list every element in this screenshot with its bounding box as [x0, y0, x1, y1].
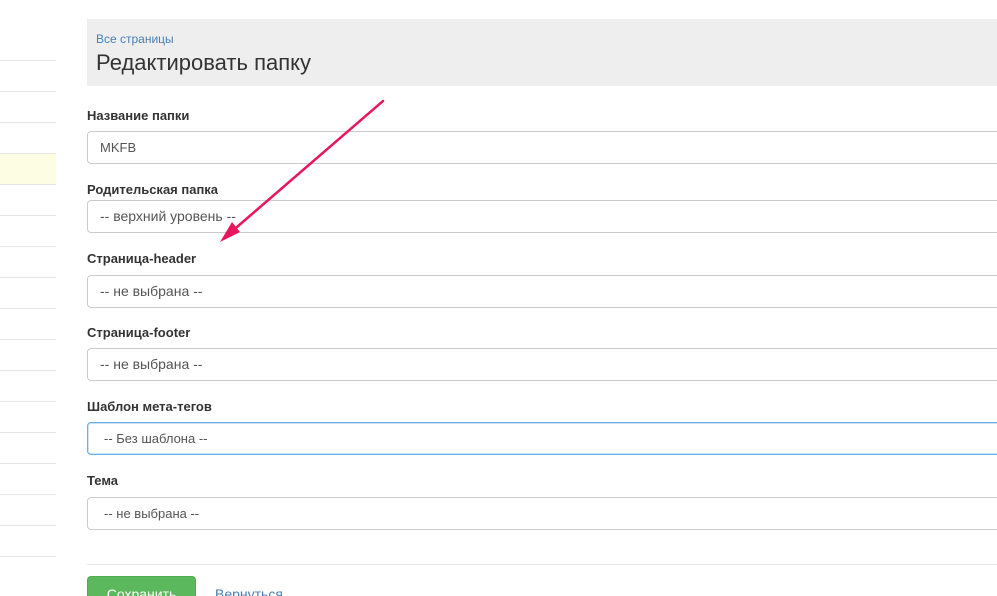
meta-template-select[interactable]: -- Без шаблона --: [87, 422, 997, 455]
form-divider: [87, 564, 997, 565]
sidebar-item[interactable]: [0, 401, 56, 433]
sidebar-list: [0, 0, 56, 596]
page: Все страницы Редактировать папку Названи…: [0, 0, 997, 596]
meta-template-label: Шаблон мета-тегов: [87, 399, 212, 414]
theme-select[interactable]: -- не выбрана --: [87, 497, 997, 530]
breadcrumb-all-pages[interactable]: Все страницы: [96, 32, 174, 46]
sidebar-item[interactable]: [0, 494, 56, 526]
theme-label: Тема: [87, 473, 119, 488]
sidebar-item-active[interactable]: [0, 153, 56, 185]
header-page-select[interactable]: -- не выбрана --: [87, 275, 997, 308]
sidebar-item[interactable]: [0, 308, 56, 340]
sidebar-item[interactable]: [0, 122, 56, 154]
header-page-label: Страница-header: [87, 251, 197, 266]
sidebar-item[interactable]: [0, 432, 56, 464]
sidebar-item[interactable]: [0, 556, 56, 596]
sidebar-item[interactable]: [0, 184, 56, 216]
page-header: Все страницы Редактировать папку: [87, 19, 997, 86]
page-title: Редактировать папку: [96, 50, 312, 75]
parent-folder-select[interactable]: -- верхний уровень --: [87, 200, 997, 233]
footer-page-label: Страница-footer: [87, 325, 191, 340]
folder-name-input[interactable]: MKFB: [87, 131, 997, 164]
sidebar-item[interactable]: [0, 91, 56, 123]
sidebar-item[interactable]: [0, 215, 56, 247]
footer-page-select[interactable]: -- не выбрана --: [87, 348, 997, 381]
sidebar-item[interactable]: [0, 339, 56, 371]
sidebar-item[interactable]: [0, 277, 56, 309]
sidebar-item[interactable]: [0, 463, 56, 495]
folder-name-label: Название папки: [87, 108, 190, 123]
sidebar-item[interactable]: [0, 60, 56, 92]
sidebar-item[interactable]: [0, 525, 56, 557]
save-button[interactable]: Сохранить: [87, 576, 196, 596]
parent-folder-label: Родительская папка: [87, 182, 219, 197]
sidebar-item[interactable]: [0, 246, 56, 278]
sidebar-item[interactable]: [0, 370, 56, 402]
back-link[interactable]: Вернуться: [215, 586, 283, 596]
